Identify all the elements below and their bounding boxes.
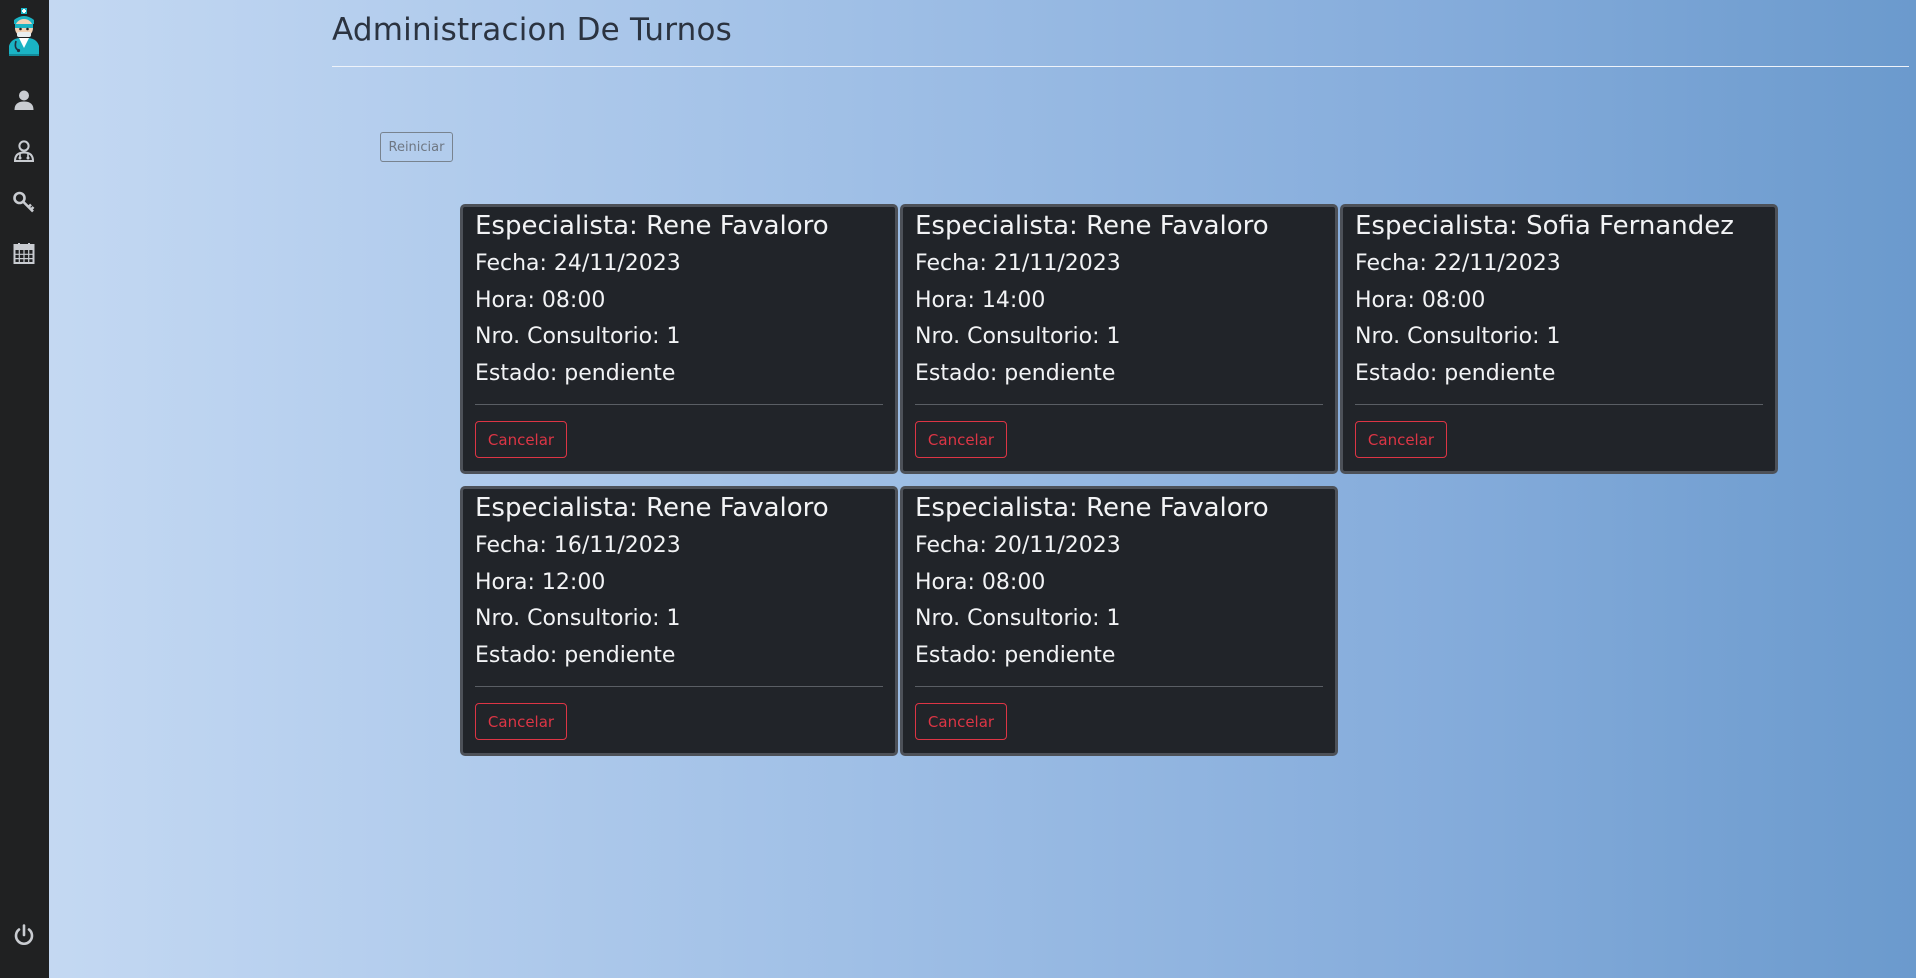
card-divider <box>475 404 883 405</box>
cancel-button[interactable]: Cancelar <box>915 421 1007 458</box>
appointment-time: Hora: 12:00 <box>475 570 606 595</box>
appointment-card: Especialista: Rene Favaloro Fecha: 20/11… <box>900 486 1338 756</box>
appointment-date: Fecha: 16/11/2023 <box>475 533 681 558</box>
appointment-status: Estado: pendiente <box>1355 361 1556 386</box>
reset-button[interactable]: Reiniciar <box>380 132 453 162</box>
office-number: Nro. Consultorio: 1 <box>475 324 681 349</box>
cancel-button[interactable]: Cancelar <box>1355 421 1447 458</box>
card-divider <box>915 686 1323 687</box>
card-divider <box>1355 404 1763 405</box>
key-icon[interactable] <box>9 187 39 217</box>
appointment-date: Fecha: 21/11/2023 <box>915 251 1121 276</box>
office-number: Nro. Consultorio: 1 <box>915 324 1121 349</box>
appointment-status: Estado: pendiente <box>475 643 676 668</box>
specialist-name: Especialista: Rene Favaloro <box>475 211 829 241</box>
title-divider <box>332 66 1909 67</box>
appointment-card: Especialista: Sofia Fernandez Fecha: 22/… <box>1340 204 1778 474</box>
office-number: Nro. Consultorio: 1 <box>915 606 1121 631</box>
appointment-date: Fecha: 24/11/2023 <box>475 251 681 276</box>
appointment-card: Especialista: Rene Favaloro Fecha: 16/11… <box>460 486 898 756</box>
specialist-name: Especialista: Rene Favaloro <box>915 493 1269 523</box>
doctor-icon[interactable] <box>9 136 39 166</box>
appointment-card: Especialista: Rene Favaloro Fecha: 21/11… <box>900 204 1338 474</box>
cancel-button[interactable]: Cancelar <box>915 703 1007 740</box>
appointment-time: Hora: 14:00 <box>915 288 1046 313</box>
cancel-button[interactable]: Cancelar <box>475 703 567 740</box>
card-divider <box>915 404 1323 405</box>
card-divider <box>475 686 883 687</box>
office-number: Nro. Consultorio: 1 <box>1355 324 1561 349</box>
appointment-date: Fecha: 22/11/2023 <box>1355 251 1561 276</box>
office-number: Nro. Consultorio: 1 <box>475 606 681 631</box>
specialist-name: Especialista: Rene Favaloro <box>915 211 1269 241</box>
appointment-status: Estado: pendiente <box>915 643 1116 668</box>
specialist-name: Especialista: Sofia Fernandez <box>1355 211 1734 241</box>
user-icon[interactable] <box>9 85 39 115</box>
appointment-status: Estado: pendiente <box>915 361 1116 386</box>
calendar-icon[interactable] <box>9 238 39 268</box>
sidebar <box>0 0 49 978</box>
doctor-avatar-icon[interactable] <box>5 8 43 56</box>
appointment-card: Especialista: Rene Favaloro Fecha: 24/11… <box>460 204 898 474</box>
appointment-time: Hora: 08:00 <box>915 570 1046 595</box>
cancel-button[interactable]: Cancelar <box>475 421 567 458</box>
power-icon[interactable] <box>9 920 39 950</box>
page-title: Administracion De Turnos <box>332 12 733 48</box>
appointment-status: Estado: pendiente <box>475 361 676 386</box>
appointment-date: Fecha: 20/11/2023 <box>915 533 1121 558</box>
appointment-time: Hora: 08:00 <box>1355 288 1486 313</box>
appointment-time: Hora: 08:00 <box>475 288 606 313</box>
specialist-name: Especialista: Rene Favaloro <box>475 493 829 523</box>
